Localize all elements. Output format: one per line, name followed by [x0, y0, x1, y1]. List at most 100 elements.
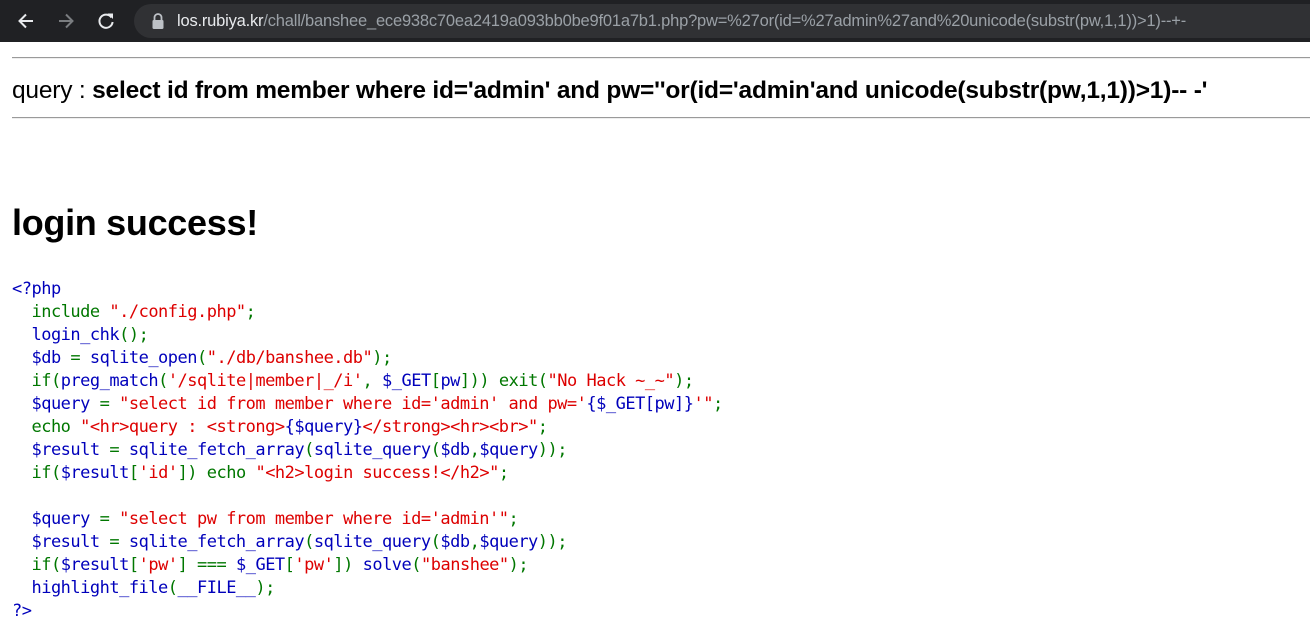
code-token: ); [508, 555, 529, 575]
code-token: if( [31, 463, 61, 483]
code-token: $db [440, 440, 470, 460]
code-token: ( [197, 348, 207, 368]
forward-arrow-icon[interactable] [50, 5, 82, 37]
code-token: login_chk [12, 325, 120, 345]
code-line: if(preg_match('/sqlite|member|_/i', $_GE… [12, 371, 694, 391]
code-line: $db = sqlite_open("./db/banshee.db"); [12, 348, 392, 368]
code-line: ?> [12, 601, 32, 621]
code-token: [ [430, 371, 441, 391]
url-domain: los.rubiya.kr [177, 12, 264, 30]
code-token: )); [537, 532, 568, 552]
code-line: highlight_file(__FILE__); [12, 578, 275, 598]
code-line: echo "<hr>query : <strong>{$query}</stro… [12, 417, 547, 437]
code-token: ; [508, 509, 519, 529]
query-text: select id from member where id='admin' a… [92, 77, 1208, 104]
lock-icon[interactable] [150, 12, 166, 30]
code-token: </strong><hr><br>" [362, 417, 538, 437]
code-token: ( [304, 440, 314, 460]
code-token: solve [362, 555, 412, 575]
code-token: if( [31, 555, 61, 575]
code-token: = [109, 532, 129, 552]
code-token: sqlite_fetch_array [128, 532, 305, 552]
code-token: sqlite_fetch_array [128, 440, 305, 460]
code-token: $_GET [235, 555, 285, 575]
code-token: "banshee" [421, 555, 509, 575]
back-arrow-icon[interactable] [10, 5, 42, 37]
code-token: ; [245, 302, 256, 322]
code-line: $result = sqlite_fetch_array(sqlite_quer… [12, 532, 567, 552]
code-token: ; [537, 417, 548, 437]
code-token: ); [674, 371, 694, 391]
code-token: preg_match [60, 371, 159, 391]
code-token: 'pw' [294, 555, 334, 575]
code-token: = [70, 348, 90, 368]
code-token: sqlite_query [313, 532, 431, 552]
code-token: ; [712, 394, 723, 414]
code-line: $query = "select pw from member where id… [12, 509, 518, 529]
code-token: $result [60, 555, 130, 575]
login-success-heading: login success! [12, 202, 258, 243]
code-token: ( [430, 440, 441, 460]
code-token: 'pw' [138, 555, 178, 575]
code-token: ( [430, 532, 441, 552]
code-token: ]) echo [177, 463, 256, 483]
code-token: ( [167, 578, 178, 598]
code-line: include "./config.php"; [12, 302, 255, 322]
code-token: "No Hack ~_~" [547, 371, 675, 391]
php-source-code: <?php include "./config.php"; login_chk(… [12, 278, 723, 623]
query-label: query : [12, 77, 93, 104]
code-token: [ [284, 555, 295, 575]
code-line: if($result['pw'] === $_GET['pw']) solve(… [12, 555, 528, 575]
code-token: {$_GET[pw]} [586, 394, 694, 414]
code-token: [ [128, 463, 139, 483]
code-line: <?php [12, 279, 61, 299]
code-token: $_GET [382, 371, 431, 391]
code-line: $result = sqlite_fetch_array(sqlite_quer… [12, 440, 567, 460]
code-line: login_chk(); [12, 325, 148, 345]
code-token: sqlite_open [89, 348, 198, 368]
code-token: (); [119, 325, 149, 345]
bottom-divider [12, 117, 1310, 119]
code-token: $result [12, 440, 110, 460]
code-token: $query [12, 509, 100, 529]
code-token: "<h2>login success!</h2>" [255, 463, 499, 483]
code-token: "./config.php" [109, 302, 246, 322]
code-token: echo [12, 417, 81, 437]
code-token: if( [31, 371, 61, 391]
code-token: $db [12, 348, 71, 368]
code-token: highlight_file [12, 578, 168, 598]
browser-toolbar: los.rubiya.kr/chall/banshee_ece938c70ea2… [0, 0, 1310, 42]
code-token: 'id' [138, 463, 178, 483]
code-token: ; [498, 463, 509, 483]
code-token: )); [537, 440, 568, 460]
code-token: ?> [12, 601, 32, 621]
url-path: /chall/banshee_ece938c70ea2419a093bb0be9… [263, 12, 1187, 30]
code-token: = [99, 394, 120, 414]
code-token: , [469, 532, 480, 552]
code-token: pw [440, 371, 460, 391]
code-token: ( [158, 371, 168, 391]
address-url[interactable]: los.rubiya.kr/chall/banshee_ece938c70ea2… [177, 10, 1186, 32]
code-token: '/sqlite|member|_/i' [167, 371, 363, 391]
code-token: '" [693, 394, 713, 414]
code-token: $result [60, 463, 130, 483]
code-token: "./db/banshee.db" [206, 348, 373, 368]
top-divider [12, 57, 1310, 59]
code-token: ( [304, 532, 314, 552]
code-token: [ [128, 555, 139, 575]
code-token: "select pw from member where id='admin'" [119, 509, 509, 529]
code-token: sqlite_query [313, 440, 431, 460]
code-token: , [469, 440, 480, 460]
code-token: "<hr>query : <strong> [80, 417, 285, 437]
code-token: ] === [177, 555, 236, 575]
code-token: ); [372, 348, 392, 368]
code-token: __FILE__ [177, 578, 256, 598]
code-token: $query [12, 394, 100, 414]
code-token: $query [479, 532, 538, 552]
code-line: if($result['id']) echo "<h2>login succes… [12, 463, 509, 483]
reload-icon[interactable] [90, 5, 122, 37]
